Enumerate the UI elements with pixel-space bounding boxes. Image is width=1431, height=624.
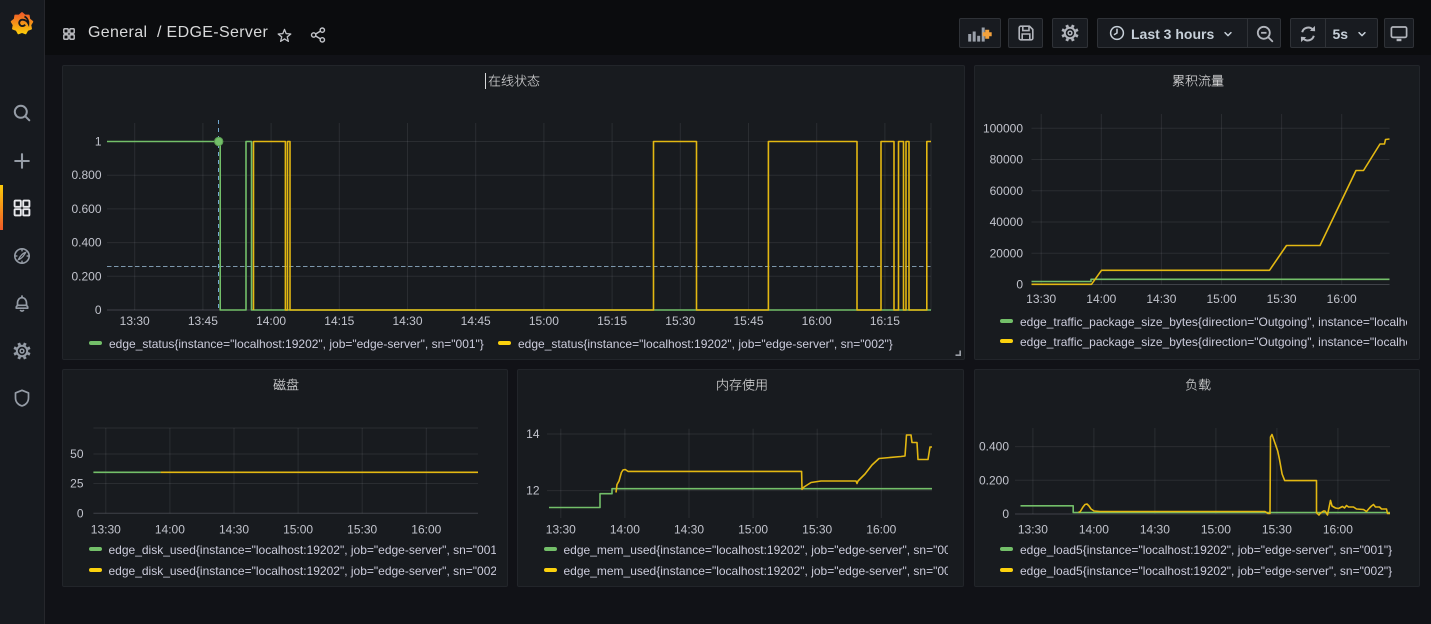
svg-text:13:30: 13:30	[120, 314, 150, 328]
svg-text:100000: 100000	[982, 121, 1022, 135]
svg-text:14:00: 14:00	[155, 523, 185, 537]
svg-text:16:00: 16:00	[866, 523, 896, 537]
svg-text:16:15: 16:15	[870, 314, 900, 328]
svg-text:14:00: 14:00	[256, 314, 286, 328]
svg-text:0: 0	[1016, 278, 1023, 292]
svg-text:0: 0	[1002, 507, 1009, 521]
svg-text:15:30: 15:30	[1266, 292, 1296, 306]
svg-text:12: 12	[526, 484, 540, 498]
svg-text:16:00: 16:00	[1326, 292, 1356, 306]
svg-text:80000: 80000	[989, 153, 1023, 167]
svg-text:15:00: 15:00	[529, 314, 559, 328]
svg-text:14:00: 14:00	[1086, 292, 1116, 306]
svg-text:14: 14	[526, 427, 540, 441]
svg-text:13:30: 13:30	[546, 523, 576, 537]
svg-text:0.200: 0.200	[71, 269, 101, 283]
svg-text:14:30: 14:30	[674, 523, 704, 537]
svg-text:0.400: 0.400	[978, 440, 1008, 454]
svg-text:60000: 60000	[989, 184, 1023, 198]
svg-text:16:00: 16:00	[802, 314, 832, 328]
svg-text:16:00: 16:00	[411, 523, 441, 537]
svg-text:14:30: 14:30	[219, 523, 249, 537]
svg-text:14:15: 14:15	[324, 314, 354, 328]
svg-text:13:30: 13:30	[1017, 523, 1047, 537]
svg-text:15:30: 15:30	[802, 523, 832, 537]
svg-text:15:30: 15:30	[347, 523, 377, 537]
svg-text:13:30: 13:30	[91, 523, 121, 537]
svg-text:25: 25	[70, 477, 84, 491]
svg-text:14:00: 14:00	[610, 523, 640, 537]
svg-text:0.600: 0.600	[71, 202, 101, 216]
svg-text:15:00: 15:00	[1206, 292, 1236, 306]
svg-text:0: 0	[95, 303, 102, 317]
svg-text:15:00: 15:00	[738, 523, 768, 537]
svg-text:0.800: 0.800	[71, 168, 101, 182]
svg-text:13:30: 13:30	[1026, 292, 1056, 306]
svg-text:20000: 20000	[989, 246, 1023, 260]
svg-text:14:30: 14:30	[392, 314, 422, 328]
svg-text:15:30: 15:30	[1261, 523, 1291, 537]
svg-text:14:30: 14:30	[1139, 523, 1169, 537]
svg-text:0.400: 0.400	[71, 236, 101, 250]
svg-text:15:30: 15:30	[665, 314, 695, 328]
svg-text:50: 50	[70, 447, 84, 461]
svg-text:15:00: 15:00	[1200, 523, 1230, 537]
svg-text:13:45: 13:45	[188, 314, 218, 328]
svg-text:15:45: 15:45	[733, 314, 763, 328]
svg-text:14:45: 14:45	[461, 314, 491, 328]
svg-text:15:00: 15:00	[283, 523, 313, 537]
svg-text:16:00: 16:00	[1322, 523, 1352, 537]
svg-text:15:15: 15:15	[597, 314, 627, 328]
svg-text:40000: 40000	[989, 215, 1023, 229]
svg-text:1: 1	[95, 135, 102, 149]
svg-text:14:30: 14:30	[1146, 292, 1176, 306]
svg-text:14:00: 14:00	[1078, 523, 1108, 537]
svg-text:0.200: 0.200	[978, 473, 1008, 487]
svg-text:0: 0	[77, 506, 84, 520]
